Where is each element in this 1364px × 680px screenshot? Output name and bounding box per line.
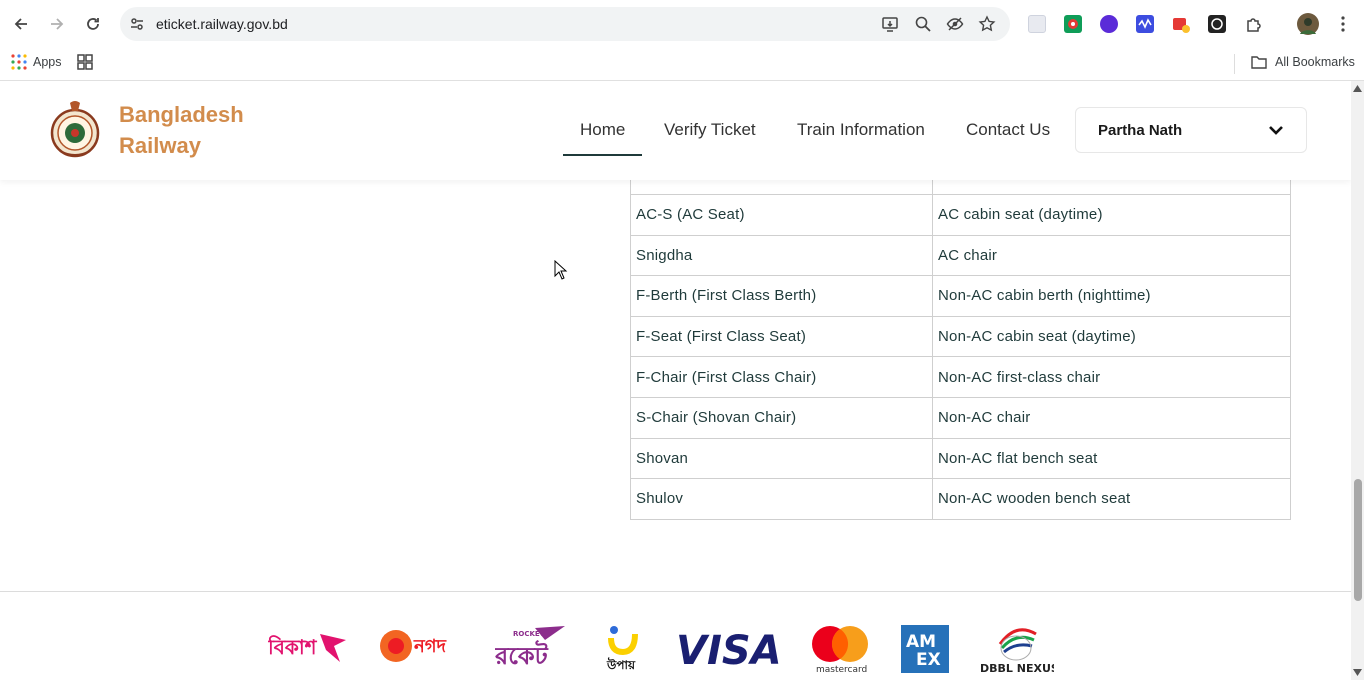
table-cell-description: Non-AC chair (932, 396, 1291, 439)
nav-home[interactable]: Home (580, 120, 625, 140)
svg-text:EX: EX (916, 650, 941, 670)
amex-logo: AM EX (901, 625, 949, 678)
table-cell-class: F-Berth (First Class Berth) (630, 275, 933, 317)
profile-avatar[interactable] (1297, 13, 1319, 35)
dbbl-nexus-logo: DBBL NEXUS (978, 622, 1059, 680)
url-text[interactable]: eticket.railway.gov.bd (156, 16, 288, 32)
table-row: Shovan Non-AC flat bench seat (630, 437, 1291, 480)
nav-verify-ticket[interactable]: Verify Ticket (664, 120, 756, 140)
table-row: S-Chair (Shovan Chair) Non-AC chair (630, 396, 1291, 439)
arrow-right-icon (51, 18, 64, 30)
table-cell-description: Non-AC cabin seat (daytime) (932, 315, 1291, 358)
extension-icon-6[interactable] (1208, 15, 1226, 33)
visa-logo: VISA (676, 628, 782, 675)
mastercard-logo: mastercard (808, 624, 872, 679)
nav-home-active-indicator (563, 154, 642, 156)
extension-icon-3[interactable] (1100, 15, 1118, 33)
zoom-icon[interactable] (914, 15, 932, 33)
user-menu-dropdown[interactable]: Partha Nath (1075, 107, 1307, 153)
site-header: Bangladesh Railway Home Verify Ticket Tr… (0, 81, 1351, 180)
nav-train-information[interactable]: Train Information (797, 120, 925, 140)
extension-icon-1[interactable] (1028, 15, 1046, 33)
table-cell-description: Non-AC wooden bench seat (932, 478, 1291, 520)
table-cell-description: Non-AC first-class chair (932, 356, 1291, 398)
table-cell-class: AC-S (AC Seat) (630, 194, 933, 236)
table-row: AC-S (AC Seat) AC cabin seat (daytime) (630, 194, 1291, 236)
svg-text:উপায়: উপায় (606, 657, 636, 672)
svg-text:বিকাশ: বিকাশ (268, 635, 318, 659)
scroll-down-icon[interactable] (1353, 669, 1362, 676)
mouse-cursor-icon (554, 260, 568, 280)
extension-icon-2[interactable] (1064, 15, 1082, 33)
extension-icon-5[interactable] (1172, 15, 1190, 33)
extension-icon-4[interactable] (1136, 15, 1154, 33)
forward-button[interactable] (45, 12, 69, 36)
bookmarks-bar: Apps All Bookmarks (0, 48, 1364, 81)
table-row: Shulov Non-AC wooden bench seat (630, 478, 1291, 520)
eye-off-icon[interactable] (946, 15, 964, 33)
user-name: Partha Nath (1098, 122, 1183, 139)
arrow-left-icon (14, 18, 27, 30)
scroll-up-icon[interactable] (1353, 85, 1362, 92)
table-cell-class: Snigdha (630, 234, 933, 277)
brand-line-2: Railway (119, 133, 201, 158)
scroll-thumb[interactable] (1354, 479, 1362, 601)
svg-text:রকেট: রকেট (495, 640, 549, 670)
nagad-logo: নগদ (378, 626, 466, 671)
table-cell-class: F-Seat (First Class Seat) (630, 315, 933, 358)
browser-menu-icon[interactable] (1336, 15, 1350, 33)
svg-text:নগদ: নগদ (413, 636, 448, 657)
apps-bookmark-label[interactable]: Apps (33, 55, 62, 69)
apps-grid-icon[interactable] (11, 54, 27, 75)
table-cell-class: F-Chair (First Class Chair) (630, 356, 933, 398)
bookmark-star-icon[interactable] (978, 15, 996, 33)
table-cell-description: Non-AC cabin berth (nighttime) (932, 275, 1291, 317)
mastercard-text: mastercard (816, 665, 867, 674)
brand-name[interactable]: Bangladesh Railway (119, 99, 244, 161)
address-bar[interactable]: eticket.railway.gov.bd (120, 7, 1010, 41)
table-row: F-Seat (First Class Seat) Non-AC cabin se… (630, 315, 1291, 358)
table-cell-description: Non-AC flat bench seat (932, 437, 1291, 480)
table-row: F-Chair (First Class Chair) Non-AC first-… (630, 356, 1291, 398)
reload-button[interactable] (81, 12, 105, 36)
bookmarks-divider (1234, 54, 1235, 74)
tab-groups-icon[interactable] (77, 54, 93, 75)
chevron-down-icon (1269, 126, 1283, 135)
svg-text:AM: AM (906, 632, 936, 652)
browser-toolbar: eticket.railway.gov.bd (0, 0, 1364, 48)
table-cell-description: AC cabin seat (daytime) (932, 194, 1291, 236)
upay-logo: উপায় (605, 624, 643, 677)
rocket-logo: ROCKET রকেট (494, 624, 573, 677)
site-info-icon[interactable] (128, 15, 146, 38)
reload-icon (87, 18, 99, 30)
table-cell-class: S-Chair (Shovan Chair) (630, 396, 933, 439)
table-cell-class: Shulov (630, 478, 933, 520)
brand-line-1: Bangladesh (119, 102, 244, 127)
bkash-logo: বিকাশ (267, 626, 348, 671)
folder-icon[interactable] (1251, 55, 1267, 74)
railway-logo[interactable] (50, 99, 100, 163)
table-cell-description: AC chair (932, 234, 1291, 277)
nav-contact-us[interactable]: Contact Us (966, 120, 1050, 140)
dbbl-nexus-text: DBBL NEXUS (980, 662, 1054, 675)
all-bookmarks-label[interactable]: All Bookmarks (1275, 55, 1355, 69)
page-scrollbar[interactable] (1351, 81, 1364, 680)
seat-class-table: AC-S (AC Seat) AC cabin seat (daytime) Sni… (630, 153, 1291, 520)
table-cell-class: Shovan (630, 437, 933, 480)
back-button[interactable] (9, 12, 33, 36)
install-app-icon[interactable] (881, 15, 899, 33)
visa-text: VISA (676, 630, 780, 670)
footer-divider (0, 591, 1351, 592)
extensions-puzzle-icon[interactable] (1244, 15, 1262, 33)
page-viewport: Bangladesh Railway Home Verify Ticket Tr… (0, 81, 1351, 680)
table-row: F-Berth (First Class Berth) Non-AC cabin … (630, 275, 1291, 317)
table-row: Snigdha AC chair (630, 234, 1291, 277)
